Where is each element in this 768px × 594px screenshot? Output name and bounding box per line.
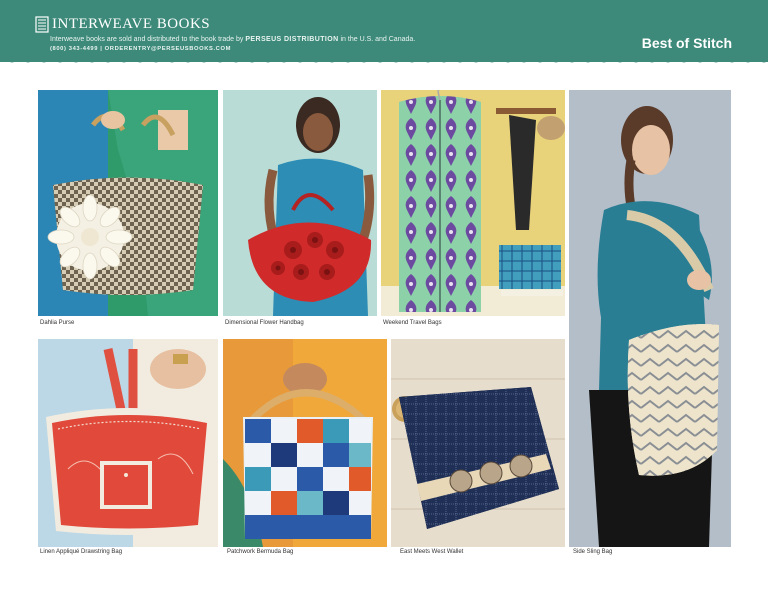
sling-bag-image <box>569 90 731 547</box>
contact-info: (800) 343-4499 | ORDERENTRY@PERSEUSBOOKS… <box>50 46 231 52</box>
interweave-logo-icon <box>35 15 49 33</box>
travel-bags-image <box>381 90 565 316</box>
header-banner: INTERWEAVE BOOKS Interweave books are so… <box>0 0 768 62</box>
dahlia-purse-image <box>38 90 218 316</box>
brand-name: INTERWEAVE BOOKS <box>52 15 211 32</box>
section-title: Best of Stitch <box>641 35 732 51</box>
caption-linen-applique-drawstring-bag: Linen Appliqué Drawstring Bag <box>40 549 123 555</box>
interweave-logo[interactable]: INTERWEAVE BOOKS <box>35 14 210 34</box>
photo-dimensional-flower-handbag[interactable] <box>223 90 377 316</box>
caption-east-meets-west-wallet: East Meets West Wallet <box>400 549 464 555</box>
tagline-prefix: Interweave books are sold and distribute… <box>50 36 244 43</box>
flower-handbag-image <box>223 90 377 316</box>
photo-weekend-travel-bags[interactable] <box>381 90 565 316</box>
distributor-name: PERSEUS DISTRIBUTION <box>245 36 339 43</box>
caption-side-sling-bag: Side Sling Bag <box>573 549 613 555</box>
wallet-image <box>391 339 565 547</box>
header-wave-edge <box>0 58 768 63</box>
photo-side-sling-bag[interactable] <box>569 90 731 547</box>
photo-patchwork-bermuda-bag[interactable] <box>223 339 387 547</box>
photo-dahlia-purse[interactable] <box>38 90 218 316</box>
caption-weekend-travel-bags: Weekend Travel Bags <box>383 320 442 326</box>
drawstring-bag-image <box>38 339 218 547</box>
bermuda-bag-image <box>223 339 387 547</box>
photo-east-meets-west-wallet[interactable] <box>391 339 565 547</box>
photo-linen-applique-drawstring-bag[interactable] <box>38 339 218 547</box>
tagline-suffix: in the U.S. and Canada. <box>340 36 416 43</box>
caption-dahlia-purse: Dahlia Purse <box>40 320 75 326</box>
distribution-tagline: Interweave books are sold and distribute… <box>50 36 415 43</box>
caption-dimensional-flower-handbag: Dimensional Flower Handbag <box>225 320 304 326</box>
caption-patchwork-bermuda-bag: Patchwork Bermuda Bag <box>227 549 294 555</box>
